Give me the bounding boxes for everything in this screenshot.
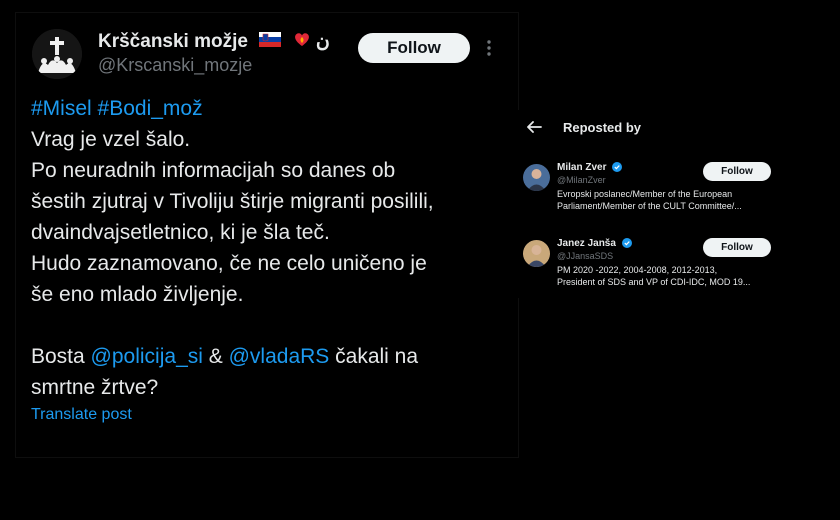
post-body: #Misel #Bodi_mož Vrag je vzel šalo. Po n… [31,93,511,403]
user-bio-line: Evropski poslanec/Member of the European [557,189,733,199]
post-line: smrtne žrtve? [31,376,159,399]
user-bio-line: President of SDS and VP of CDI-IDC, MOD … [557,277,751,287]
more-icon[interactable] [484,37,494,59]
closing-prefix: Bosta [31,345,91,368]
author-name[interactable]: Krščanski možje ن [98,30,330,54]
author-avatar[interactable] [32,29,82,79]
post-line: Po neuradnih informacijah so danes ob [31,159,396,182]
follow-button[interactable]: Follow [703,162,771,181]
user-name[interactable]: Janez Janša [557,238,632,249]
user-row-janez-jansa[interactable]: Janez Janša @JJansaSDS PM 2020 -2022, 20… [517,236,779,306]
post-card: Krščanski možje ن @Krscanski_mozje Follo… [15,12,519,458]
verified-badge-icon [621,238,632,249]
follow-button[interactable]: Follow [703,238,771,257]
author-emoji-text: ن [315,31,330,53]
post-line: Bosta @policija_si & @vladaRS čakali na [31,341,511,372]
post-line: šestih zjutraj v Tivoliju štirje migrant… [31,190,434,213]
verified-badge-icon [612,162,623,173]
user-handle: @JJansaSDS [557,251,614,261]
user-handle: @MilanZver [557,175,606,185]
heart-on-fire-icon [293,30,311,54]
reposted-by-panel: Reposted by Milan Zver @MilanZver Evrops… [517,110,779,298]
mention-link[interactable]: @vladaRS [229,345,330,368]
user-bio-line: Parliament/Member of the CULT Committee/… [557,201,742,211]
cross-avatar-icon [32,29,82,79]
avatar[interactable] [523,240,550,267]
hashtag-line: #Misel #Bodi_mož [31,93,511,124]
user-bio-line: PM 2020 -2022, 2004-2008, 2012-2013, [557,265,718,275]
post-line: dvaindvajsetletnico, ki je šla teč. [31,221,330,244]
author-handle[interactable]: @Krscanski_mozje [98,55,252,76]
user-bio: Evropski poslanec/Member of the European… [557,188,772,212]
user-bio: PM 2020 -2022, 2004-2008, 2012-2013, Pre… [557,264,772,288]
user-name[interactable]: Milan Zver [557,162,623,173]
mention-link[interactable]: @policija_si [91,345,203,368]
slovenia-flag-icon [259,31,282,53]
follow-button[interactable]: Follow [358,33,470,63]
closing-amp: & [202,345,229,368]
panel-header: Reposted by [517,110,779,146]
translate-post-link[interactable]: Translate post [31,406,132,424]
hashtag-link[interactable]: #Misel [31,97,92,120]
back-arrow-icon[interactable] [525,119,543,135]
author-name-text: Krščanski možje [98,31,248,53]
post-line: Hudo zaznamovano, če ne celo uničeno je [31,252,427,275]
hashtag-link[interactable]: #Bodi_mož [98,97,203,120]
post-line: še eno mlado življenje. [31,283,244,306]
panel-title: Reposted by [563,120,642,135]
user-row-milan-zver[interactable]: Milan Zver @MilanZver Evropski poslanec/… [517,160,779,230]
post-line: Vrag je vzel šalo. [31,128,191,151]
closing-suffix: čakali na [329,345,419,368]
user-name-text: Milan Zver [557,162,607,173]
avatar[interactable] [523,164,550,191]
user-name-text: Janez Janša [557,238,616,249]
